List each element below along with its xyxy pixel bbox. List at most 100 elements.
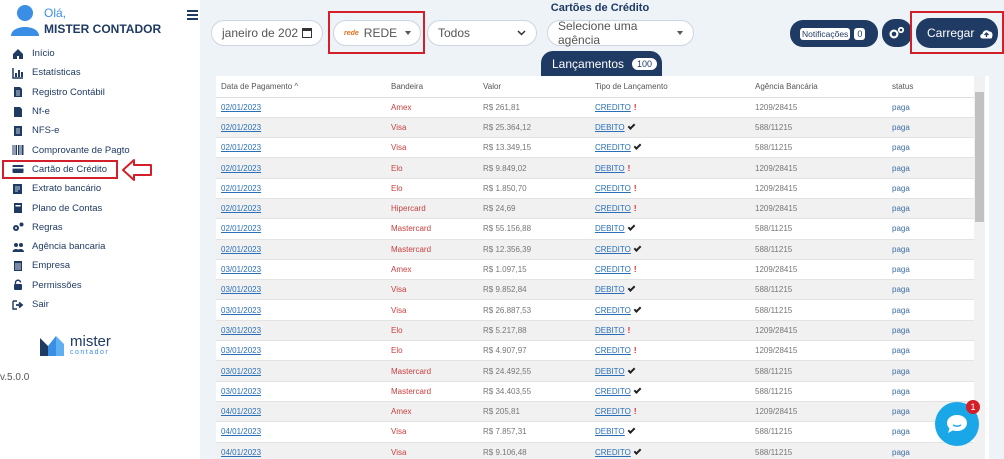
sidebar-item-nf-e[interactable]: Nf-e (0, 102, 200, 121)
type-link[interactable]: DEBITO (595, 427, 625, 436)
table-row: 02/01/2023 Elo R$ 9.849,02 DEBITO! 1209/2841… (216, 157, 974, 179)
tab-lancamentos[interactable]: Lançamentos 100 (541, 51, 662, 76)
logo-text-main: mister (70, 333, 111, 350)
flag-cell: Amex (386, 259, 478, 281)
date-cell: 03/01/2023 (216, 299, 386, 321)
sidebar-item-plano-de-contas[interactable]: Plano de Contas (0, 198, 200, 217)
status-cell: paga (887, 157, 974, 179)
value-cell: R$ 9.852,84 (478, 279, 590, 301)
date-cell: 02/01/2023 (216, 239, 386, 260)
type-select[interactable]: Todos (427, 20, 537, 46)
date-link[interactable]: 03/01/2023 (221, 265, 261, 274)
type-link[interactable]: CREDITO (595, 407, 631, 416)
type-link[interactable]: CREDITO (595, 204, 631, 213)
sidebar-item-agencia-bancaria[interactable]: Agência bancaria (0, 237, 200, 256)
month-date-input[interactable]: janeiro de 202 (211, 20, 323, 46)
type-link[interactable]: CREDITO (595, 346, 631, 355)
date-link[interactable]: 02/01/2023 (221, 184, 261, 193)
flag-cell: Elo (386, 157, 478, 179)
date-link[interactable]: 02/01/2023 (221, 224, 261, 233)
sidebar-item-registro-contabil[interactable]: Registro Contábil (0, 83, 200, 102)
type-link[interactable]: DEBITO (595, 285, 625, 294)
date-link[interactable]: 02/01/2023 (221, 204, 261, 213)
date-link[interactable]: 02/01/2023 (221, 143, 261, 152)
date-link[interactable]: 02/01/2023 (221, 164, 261, 173)
table-row: 02/01/2023 Elo R$ 1.850,70 CREDITO! 1209/284… (216, 178, 974, 199)
sidebar-item-regras[interactable]: Regras (0, 218, 200, 237)
sidebar-item-sair[interactable]: Sair (0, 295, 200, 314)
agency-selected: Selecione uma agência (558, 19, 638, 47)
date-link[interactable]: 03/01/2023 (221, 306, 261, 315)
date-link[interactable]: 02/01/2023 (221, 123, 261, 132)
sidebar-item-extrato-bancario[interactable]: Extrato bancário (0, 179, 200, 198)
date-link[interactable]: 04/01/2023 (221, 448, 261, 457)
calendar-icon[interactable] (302, 28, 312, 38)
list-file-icon (12, 125, 24, 136)
type-link[interactable]: DEBITO (595, 123, 625, 132)
type-link[interactable]: DEBITO (595, 367, 625, 376)
column-header: Agência Bancária (750, 76, 887, 98)
sidebar-item-empresa[interactable]: Empresa (0, 256, 200, 275)
date-link[interactable]: 02/01/2023 (221, 245, 261, 254)
table-row: 03/01/2023 Mastercard R$ 24.492,55 DEBITO 58… (216, 360, 974, 382)
date-link[interactable]: 03/01/2023 (221, 285, 261, 294)
type-link[interactable]: CREDITO (595, 184, 631, 193)
warning-icon: ! (633, 183, 637, 193)
type-link[interactable]: CREDITO (595, 306, 631, 315)
flag-cell: Hipercard (386, 198, 478, 220)
agency-cell: 1209/28415 (750, 198, 887, 220)
type-link[interactable]: CREDITO (595, 265, 631, 274)
sidebar-item-comprovante-de-pagto[interactable]: Comprovante de Pagto (0, 140, 200, 159)
sidebar-item-permissoes[interactable]: Permissões (0, 276, 200, 295)
date-link[interactable]: 03/01/2023 (221, 387, 261, 396)
settings-button[interactable] (882, 19, 912, 47)
sidebar-item-label: Sair (32, 299, 49, 310)
type-link[interactable]: CREDITO (595, 448, 631, 457)
sidebar-item-nfs-e[interactable]: NFS-e (0, 121, 200, 140)
type-link[interactable]: CREDITO (595, 387, 631, 396)
sidebar-item-label: Cartão de Crédito (32, 163, 107, 175)
date-link[interactable]: 03/01/2023 (221, 326, 261, 335)
sidebar-item-inicio[interactable]: Início (0, 44, 200, 63)
table-row: 03/01/2023 Elo R$ 4.907,97 CREDITO! 1209/284… (216, 340, 974, 362)
type-link[interactable]: DEBITO (595, 326, 625, 335)
type-selected: Todos (438, 26, 471, 40)
column-header[interactable]: Data de Pagamento ^ (216, 76, 386, 98)
agency-cell: 588/11215 (750, 117, 887, 139)
flag-cell: Mastercard (386, 381, 478, 402)
load-button[interactable]: Carregar (916, 18, 998, 48)
type-link[interactable]: DEBITO (595, 164, 625, 173)
value-cell: R$ 24.492,55 (478, 360, 590, 382)
hamburger-menu-icon[interactable] (187, 10, 198, 20)
status-cell: paga (887, 340, 974, 362)
document-icon (12, 87, 24, 98)
agency-dropdown[interactable]: Selecione uma agência (547, 19, 694, 47)
type-link[interactable]: DEBITO (595, 224, 625, 233)
status-cell: paga (887, 360, 974, 382)
flag-cell: Mastercard (386, 239, 478, 260)
date-link[interactable]: 02/01/2023 (221, 103, 261, 112)
notifications-button[interactable]: Notificações 0 (790, 20, 878, 47)
type-link[interactable]: CREDITO (595, 103, 631, 112)
sidebar-item-estatisticas[interactable]: Estatísticas (0, 63, 200, 82)
mister-contador-logo: mister contador (38, 332, 128, 360)
flag-dropdown[interactable]: rede REDE (333, 20, 421, 46)
date-link[interactable]: 04/01/2023 (221, 427, 261, 436)
sidebar-item-label: Regras (32, 221, 63, 233)
date-cell: 03/01/2023 (216, 381, 386, 402)
scrollbar-thumb[interactable] (975, 92, 984, 222)
sidebar-item-cartao-de-credito[interactable]: Cartão de Crédito (2, 159, 118, 180)
barcode-icon (12, 145, 24, 156)
sidebar-nav: Início Estatísticas Registro Contábil Nf-e N… (0, 44, 200, 314)
table-row: 03/01/2023 Visa R$ 26.887,53 CREDITO 588/112… (216, 299, 974, 321)
users-icon (12, 241, 24, 252)
date-link[interactable]: 04/01/2023 (221, 407, 261, 416)
date-cell: 03/01/2023 (216, 259, 386, 281)
date-link[interactable]: 03/01/2023 (221, 367, 261, 376)
type-link[interactable]: CREDITO (595, 245, 631, 254)
flag-cell: Visa (386, 279, 478, 301)
type-link[interactable]: CREDITO (595, 143, 631, 152)
date-link[interactable]: 03/01/2023 (221, 346, 261, 355)
agency-cell: 588/11215 (750, 279, 887, 301)
agency-cell: 1209/28415 (750, 259, 887, 281)
